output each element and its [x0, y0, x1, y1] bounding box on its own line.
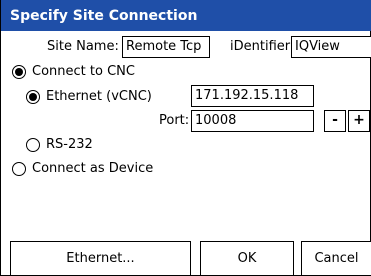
- connect-device-radio[interactable]: [12, 162, 26, 176]
- ok-button[interactable]: OK: [200, 241, 294, 276]
- port-label: Port:: [159, 113, 190, 128]
- connect-device-label: Connect as Device: [32, 161, 154, 176]
- site-name-label: Site Name:: [47, 39, 119, 54]
- dialog-window: Specify Site Connection Site Name: Remot…: [0, 0, 371, 276]
- ethernet-settings-button[interactable]: Ethernet...: [10, 241, 191, 276]
- port-decrement-button[interactable]: -: [324, 110, 346, 132]
- site-name-input[interactable]: Remote Tcp: [122, 36, 210, 58]
- connect-cnc-radio[interactable]: [12, 65, 26, 79]
- ethernet-label: Ethernet (vCNC): [46, 89, 152, 104]
- window-title: Specify Site Connection: [10, 8, 198, 24]
- port-input[interactable]: 10008: [191, 110, 314, 132]
- identifier-input[interactable]: IQView: [291, 36, 371, 58]
- cancel-button[interactable]: Cancel: [301, 241, 371, 276]
- rs232-label: RS-232: [46, 137, 93, 152]
- ip-address-input[interactable]: 171.192.15.118: [191, 85, 314, 107]
- rs232-radio[interactable]: [26, 138, 40, 152]
- port-increment-button[interactable]: +: [348, 110, 370, 132]
- identifier-label: iDentifier:: [230, 39, 295, 54]
- ethernet-radio[interactable]: [26, 90, 40, 104]
- connect-cnc-label: Connect to CNC: [32, 64, 135, 79]
- title-bar: Specify Site Connection: [1, 0, 371, 31]
